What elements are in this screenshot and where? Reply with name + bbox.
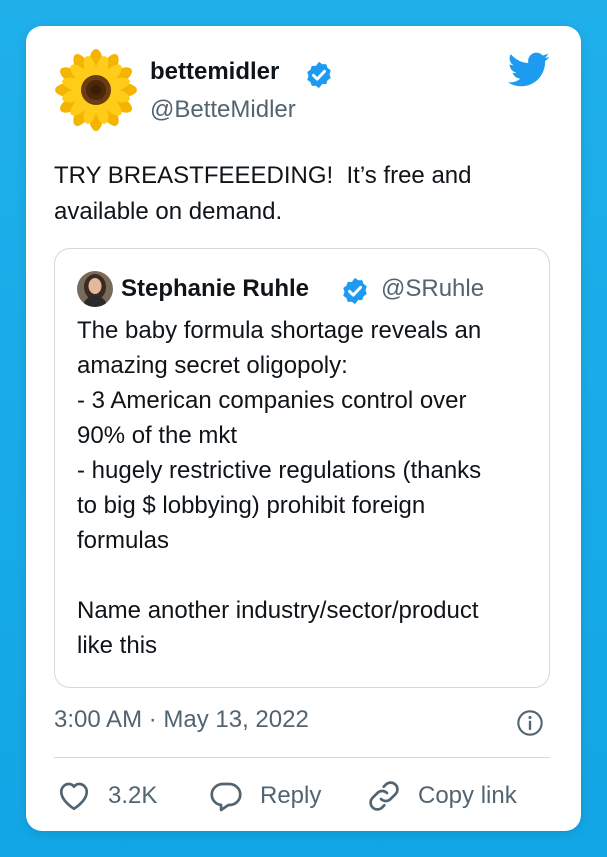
quoted-tweet-text: The baby formula shortage reveals an ama… (77, 317, 482, 659)
quoted-author-avatar-image (77, 271, 113, 307)
author-name[interactable]: bettemidler (150, 58, 279, 86)
copy-link-label: Copy link (418, 782, 517, 809)
like-count: 3.2K (108, 782, 158, 809)
reply-button[interactable]: Reply (208, 778, 321, 814)
tweet-text: TRY BREASTFEEEDING! It’s free and availa… (54, 162, 472, 225)
quoted-author-name[interactable]: Stephanie Ruhle (121, 275, 309, 303)
divider (54, 757, 550, 758)
author-avatar[interactable] (54, 48, 138, 132)
tweet-timestamp[interactable]: 3:00 AM · May 13, 2022 (54, 706, 309, 734)
twitter-bird-icon[interactable] (508, 52, 550, 88)
quoted-author-handle[interactable]: @SRuhle (381, 275, 484, 303)
sunflower-avatar-image (54, 48, 138, 132)
info-icon[interactable] (516, 709, 544, 737)
link-icon (369, 781, 399, 811)
tweet-card: bettemidler @BetteMidler TRY BREASTFEEED… (26, 26, 581, 831)
copy-link-button[interactable]: Copy link (366, 778, 517, 814)
like-button[interactable]: 3.2K (56, 778, 157, 814)
reply-bubble-icon (210, 782, 242, 812)
heart-icon (59, 782, 89, 811)
verified-badge-icon (343, 277, 367, 305)
quoted-author-avatar[interactable] (77, 271, 113, 307)
author-handle[interactable]: @BetteMidler (150, 96, 296, 124)
reply-label: Reply (260, 782, 322, 809)
quoted-tweet[interactable]: Stephanie Ruhle @SRuhle The baby formula… (54, 248, 550, 688)
verified-badge-icon (307, 61, 331, 89)
